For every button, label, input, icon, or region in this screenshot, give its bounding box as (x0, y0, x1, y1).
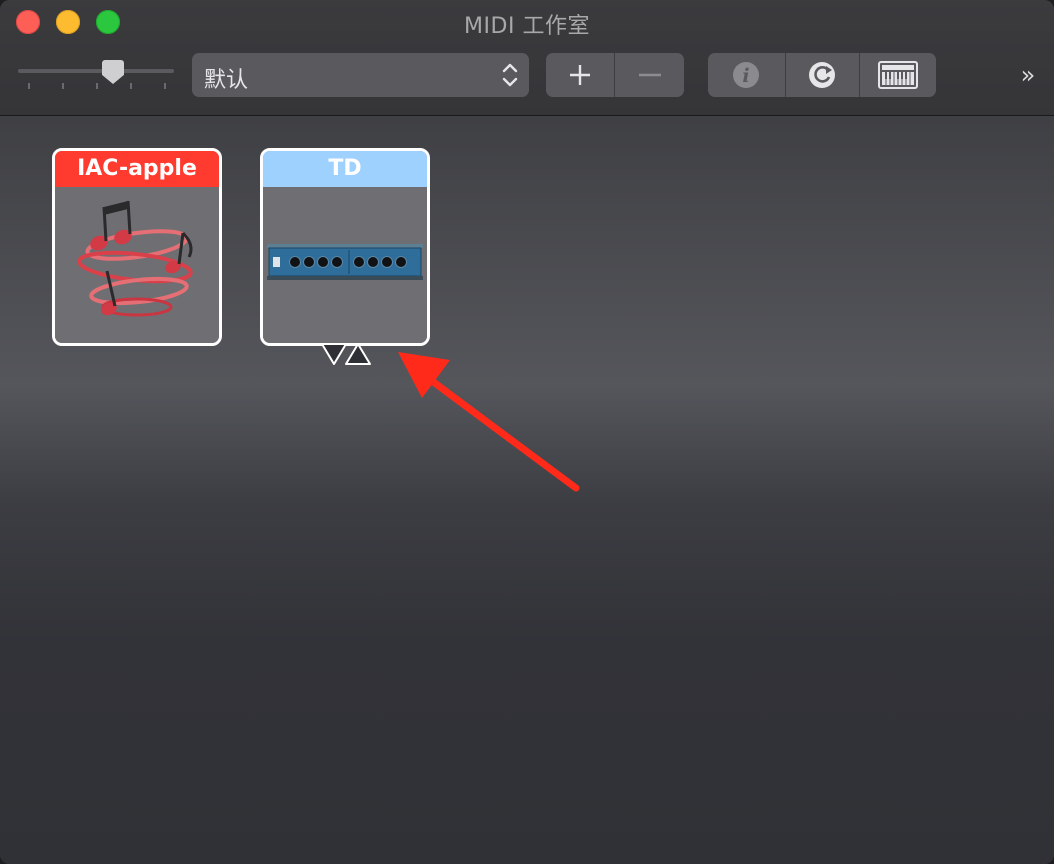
configuration-select[interactable]: 默认 (192, 53, 529, 97)
slider-tick (28, 83, 30, 89)
slider-tick (164, 83, 166, 89)
device-label: TD (263, 151, 427, 187)
toolbar-overflow-button[interactable]: » (1012, 60, 1044, 90)
show-info-button[interactable]: i (708, 53, 785, 97)
midi-studio-window: MIDI 工作室 默认 i » IAC-apple TD (0, 0, 1054, 864)
chevron-up-down-icon (502, 63, 518, 87)
slider-track (18, 69, 174, 73)
slider-tick (130, 83, 132, 89)
icon-size-slider[interactable] (16, 58, 176, 92)
device-td[interactable]: TD (260, 148, 430, 346)
midi-ports-in-out-icon[interactable] (320, 340, 376, 368)
add-device-button[interactable] (546, 53, 614, 97)
configuration-select-value: 默认 (204, 68, 249, 93)
rescan-icon (809, 62, 835, 88)
device-iac-apple[interactable]: IAC-apple (52, 148, 222, 346)
svg-text:i: i (742, 65, 749, 87)
device-body (263, 187, 427, 343)
musical-notes-swirl-icon (77, 200, 193, 317)
title-bar: MIDI 工作室 默认 i » (0, 0, 1054, 116)
rescan-midi-button[interactable] (786, 53, 859, 97)
device-body (55, 187, 219, 343)
slider-tick (96, 83, 98, 89)
minus-icon (639, 73, 661, 77)
slider-thumb[interactable] (102, 60, 124, 84)
tools-segmented-control: i (708, 53, 936, 97)
piano-keyboard-icon (878, 61, 918, 89)
add-remove-segmented-control (546, 53, 684, 97)
device-label: IAC-apple (55, 151, 219, 187)
info-icon: i (733, 62, 759, 88)
test-setup-keyboard-button[interactable] (860, 53, 936, 97)
device-canvas: IAC-apple TD (0, 116, 1054, 864)
plus-icon (570, 65, 590, 85)
midi-interface-rack-icon (267, 244, 423, 280)
remove-device-button[interactable] (615, 53, 684, 97)
slider-tick (62, 83, 64, 89)
window-title: MIDI 工作室 (464, 14, 590, 39)
